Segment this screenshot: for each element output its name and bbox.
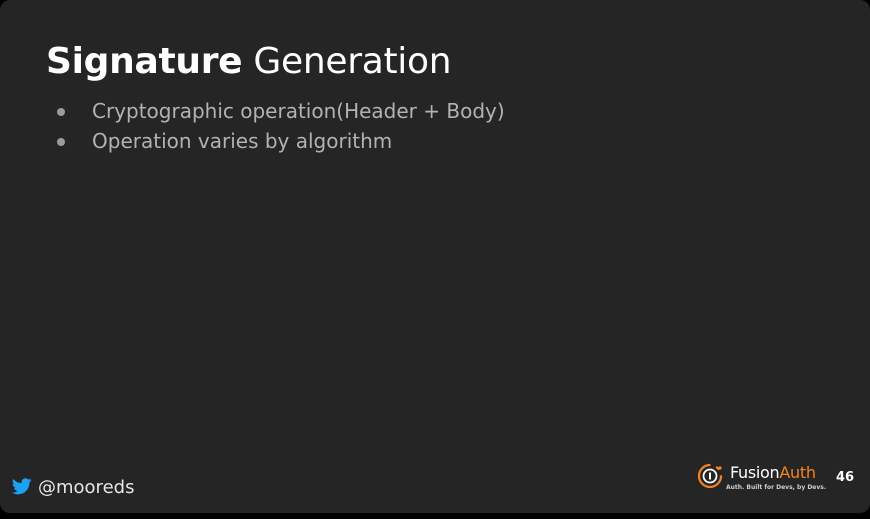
bullet-text: Operation varies by algorithm — [92, 129, 393, 153]
slide: Signature Generation Cryptographic opera… — [0, 0, 870, 513]
page-number: 46 — [836, 470, 855, 485]
brand-name-part2: Auth — [779, 463, 816, 482]
brand-name-part1: Fusion — [730, 463, 780, 482]
bullet-item: Cryptographic operation(Header + Body) — [52, 96, 505, 126]
bullet-text: Cryptographic operation(Header + Body) — [92, 99, 505, 123]
brand-name: FusionAuth — [730, 463, 816, 483]
bullet-list: Cryptographic operation(Header + Body) O… — [52, 96, 505, 156]
presentation-screen: Signature Generation Cryptographic opera… — [0, 0, 870, 519]
fusionauth-brand: FusionAuth Auth. Built for Devs, by Devs… — [696, 460, 826, 496]
slide-title-bold: Signature — [46, 41, 243, 82]
brand-tagline: Auth. Built for Devs, by Devs. — [726, 484, 827, 491]
twitter-credit: @mooreds — [11, 474, 135, 502]
fusionauth-logo-icon — [696, 462, 724, 494]
slide-title-rest: Generation — [242, 41, 452, 82]
bullet-dot-icon — [57, 138, 65, 146]
bullet-item: Operation varies by algorithm — [52, 126, 505, 156]
slide-title: Signature Generation — [46, 38, 452, 86]
bullet-dot-icon — [57, 108, 65, 116]
twitter-bird-icon — [11, 477, 32, 499]
twitter-handle: @mooreds — [38, 477, 135, 498]
